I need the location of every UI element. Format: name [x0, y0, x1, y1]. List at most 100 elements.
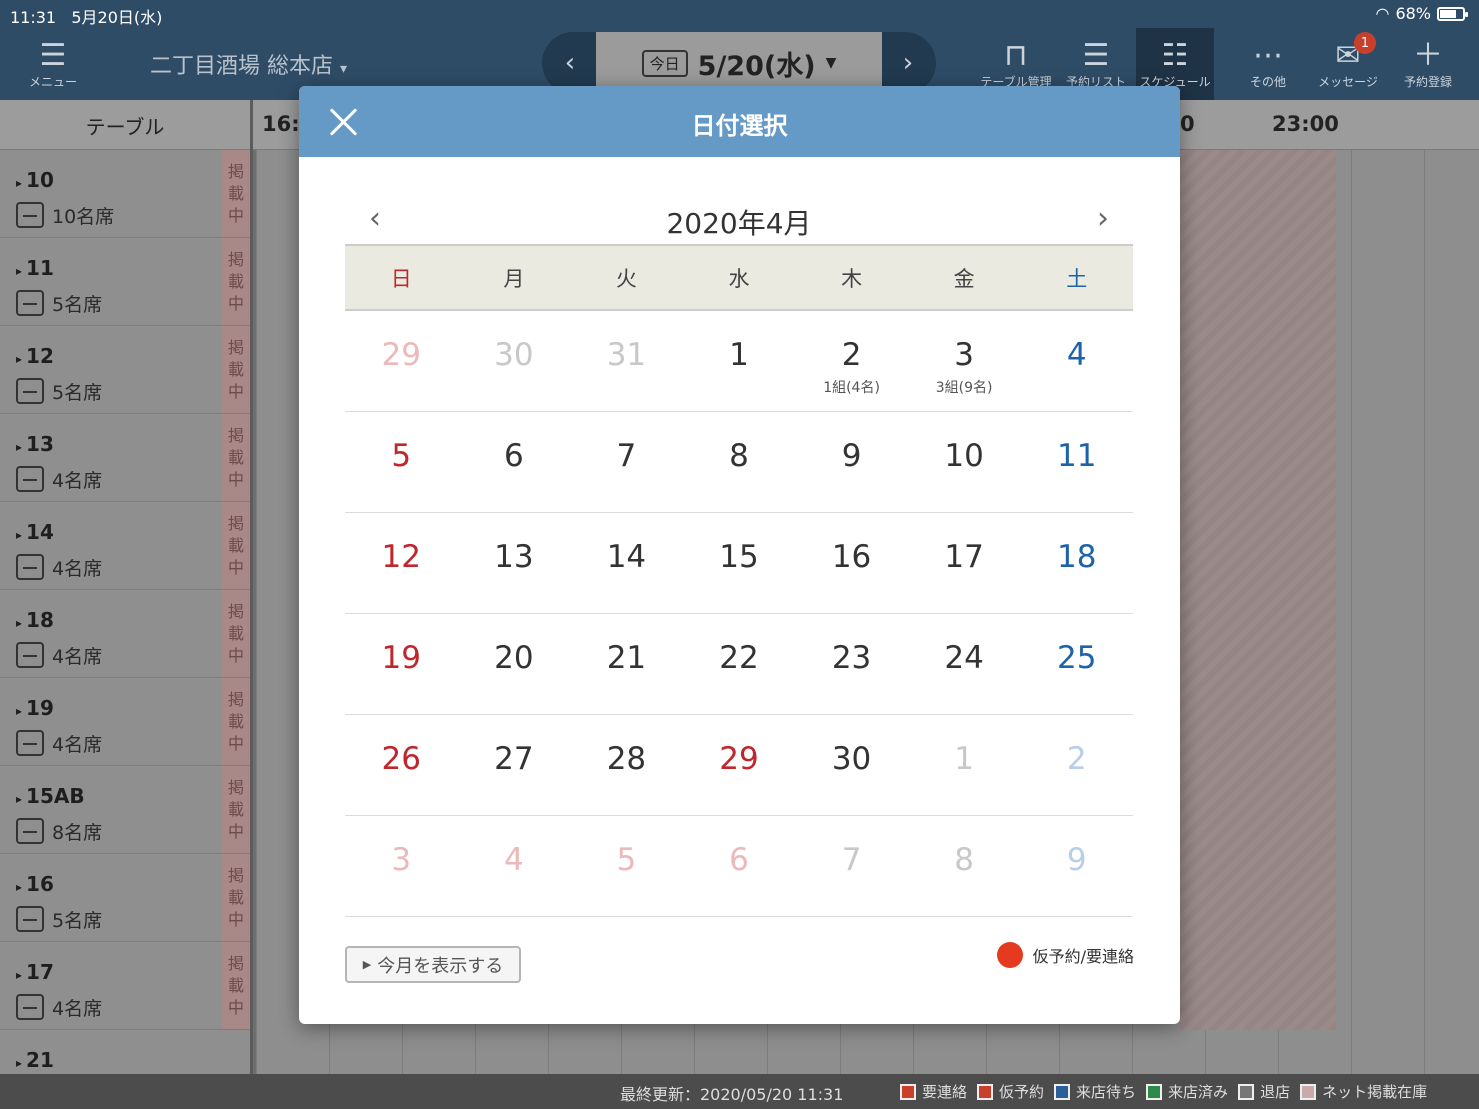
table-number: 13: [16, 432, 54, 456]
next-month-button[interactable]: ›: [1083, 198, 1123, 238]
day-number: 27: [494, 741, 534, 777]
legend-label: 仮予約: [999, 1083, 1045, 1101]
posted-char: 掲: [227, 513, 244, 533]
calendar-day[interactable]: 22: [682, 614, 796, 715]
posted-char: 中: [227, 909, 244, 929]
calendar-day[interactable]: 12: [345, 513, 458, 614]
date-picker-trigger[interactable]: 今日 5/20(水) ▼: [596, 32, 882, 94]
calendar-day[interactable]: 8: [907, 816, 1021, 917]
menu-button[interactable]: ☰ メニュー: [18, 28, 88, 100]
calendar-day[interactable]: 1: [682, 311, 796, 412]
calendar-day[interactable]: 7: [795, 816, 908, 917]
calendar-day[interactable]: 30: [795, 715, 908, 816]
show-this-month-label: 今月を表示する: [377, 955, 504, 977]
day-number: 31: [606, 337, 647, 373]
table-row[interactable]: 11 5名席 掲載中: [0, 238, 250, 326]
table-icon: ⊓: [1004, 37, 1028, 73]
posted-badge: 掲載中: [222, 238, 250, 325]
table-row[interactable]: 10 10名席 掲載中: [0, 150, 250, 238]
calendar-day[interactable]: 6: [682, 816, 796, 917]
calendar-day[interactable]: 31: [570, 311, 683, 412]
calendar-day[interactable]: 23: [795, 614, 908, 715]
legend-label: 来店済み: [1168, 1083, 1229, 1101]
table-row[interactable]: 19 4名席 掲載中: [0, 678, 250, 766]
table-number: 10: [16, 168, 54, 192]
table-row[interactable]: 15AB 8名席 掲載中: [0, 766, 250, 854]
posted-char: 掲: [227, 425, 244, 445]
posted-badge: 掲載中: [222, 326, 250, 413]
day-number: 17: [944, 539, 984, 575]
day-number: 5: [616, 842, 637, 878]
table-row[interactable]: 214名席: [0, 1030, 250, 1074]
calendar-day[interactable]: 2 1組(4名): [795, 311, 908, 412]
today-chip[interactable]: 今日: [641, 49, 688, 77]
status-bar: 11:31 5月20日(水) ◠ 68%: [0, 0, 1479, 28]
table-row[interactable]: 13 4名席 掲載中: [0, 414, 250, 502]
calendar-day[interactable]: 3 3組(9名): [907, 311, 1021, 412]
prev-day-button[interactable]: ‹: [542, 32, 598, 94]
calendar-day[interactable]: 5: [345, 412, 458, 513]
calendar-day[interactable]: 15: [682, 513, 796, 614]
calendar-day[interactable]: 17: [907, 513, 1021, 614]
table-row[interactable]: 16 5名席 掲載中: [0, 854, 250, 942]
calendar-day[interactable]: 13: [457, 513, 571, 614]
calendar-day[interactable]: 28: [570, 715, 683, 816]
day-number: 9: [841, 438, 862, 474]
table-list: 1010名席掲載中115名席掲載中125名席掲載中134名席掲載中144名席掲載…: [0, 150, 253, 1074]
calendar-day[interactable]: 7: [570, 412, 683, 513]
store-selector[interactable]: 二丁目酒場 総本店 ▾: [150, 48, 347, 80]
calendar-day[interactable]: 8: [682, 412, 796, 513]
calendar-day[interactable]: 18: [1020, 513, 1133, 614]
calendar-day[interactable]: 19: [345, 614, 458, 715]
day-number: 25: [1056, 640, 1097, 676]
posted-char: 中: [227, 733, 244, 753]
calendar-day[interactable]: 27: [457, 715, 571, 816]
nav-other[interactable]: ⋯ その他: [1234, 28, 1302, 100]
weekday-label: 水: [728, 266, 750, 291]
calendar-day[interactable]: 1: [907, 715, 1021, 816]
day-number: 18: [1056, 539, 1097, 575]
calendar-day[interactable]: 21: [570, 614, 683, 715]
calendar-day[interactable]: 2: [1020, 715, 1133, 816]
status-time: 11:31: [10, 8, 57, 27]
legend-swatch: [977, 1083, 994, 1100]
calendar-day[interactable]: 24: [907, 614, 1021, 715]
next-day-button[interactable]: ›: [880, 32, 936, 94]
calendar-day[interactable]: 26: [345, 715, 458, 816]
calendar-day[interactable]: 4: [457, 816, 571, 917]
table-number: 18: [16, 608, 54, 632]
seat-icon: [16, 466, 44, 492]
posted-char: 載: [227, 623, 244, 643]
table-row[interactable]: 18 4名席 掲載中: [0, 590, 250, 678]
last-updated: 最終更新：2020/05/20 11:31: [620, 1085, 844, 1104]
calendar-day[interactable]: 30: [457, 311, 571, 412]
nav-message[interactable]: ✉ メッセージ 1: [1310, 28, 1386, 100]
calendar-day[interactable]: 16: [795, 513, 908, 614]
calendar-day[interactable]: 10: [907, 412, 1021, 513]
calendar-day[interactable]: 9: [1020, 816, 1133, 917]
day-number: 24: [944, 640, 984, 676]
posted-char: 中: [227, 469, 244, 489]
calendar-day[interactable]: 20: [457, 614, 571, 715]
table-row[interactable]: 12 5名席 掲載中: [0, 326, 250, 414]
table-row[interactable]: 17 4名席 掲載中: [0, 942, 250, 1030]
table-seats: 5名席: [52, 294, 103, 316]
calendar-day[interactable]: 11: [1020, 412, 1133, 513]
calendar-day[interactable]: 29: [345, 311, 458, 412]
legend-item: 来店待ち: [1054, 1081, 1136, 1102]
calendar-day[interactable]: 6: [457, 412, 571, 513]
legend-swatch: [1238, 1083, 1255, 1100]
calendar-day[interactable]: 4: [1020, 311, 1133, 412]
calendar-day[interactable]: 3: [345, 816, 458, 917]
calendar-day[interactable]: 5: [570, 816, 683, 917]
calendar-day[interactable]: 25: [1020, 614, 1133, 715]
chevron-right-icon: ›: [1097, 200, 1109, 236]
nav-register-reservation[interactable]: ＋ 予約登録: [1392, 28, 1464, 100]
calendar-day[interactable]: 29: [682, 715, 796, 816]
show-this-month-button[interactable]: ▶ 今月を表示する: [345, 946, 521, 983]
calendar-day[interactable]: 9: [795, 412, 908, 513]
posted-char: 載: [227, 799, 244, 819]
table-row[interactable]: 14 4名席 掲載中: [0, 502, 250, 590]
day-number: 3: [954, 337, 974, 373]
calendar-day[interactable]: 14: [570, 513, 683, 614]
